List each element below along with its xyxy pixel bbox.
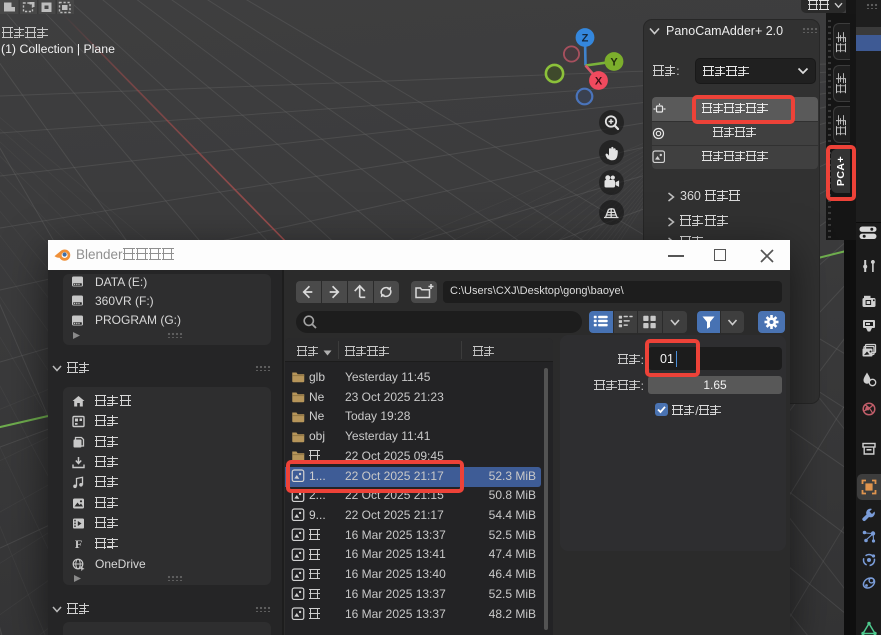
svg-text:Z: Z: [581, 33, 588, 45]
svg-text:Y: Y: [610, 57, 618, 69]
svg-text:F: F: [75, 537, 82, 550]
svg-text:X: X: [594, 76, 602, 88]
